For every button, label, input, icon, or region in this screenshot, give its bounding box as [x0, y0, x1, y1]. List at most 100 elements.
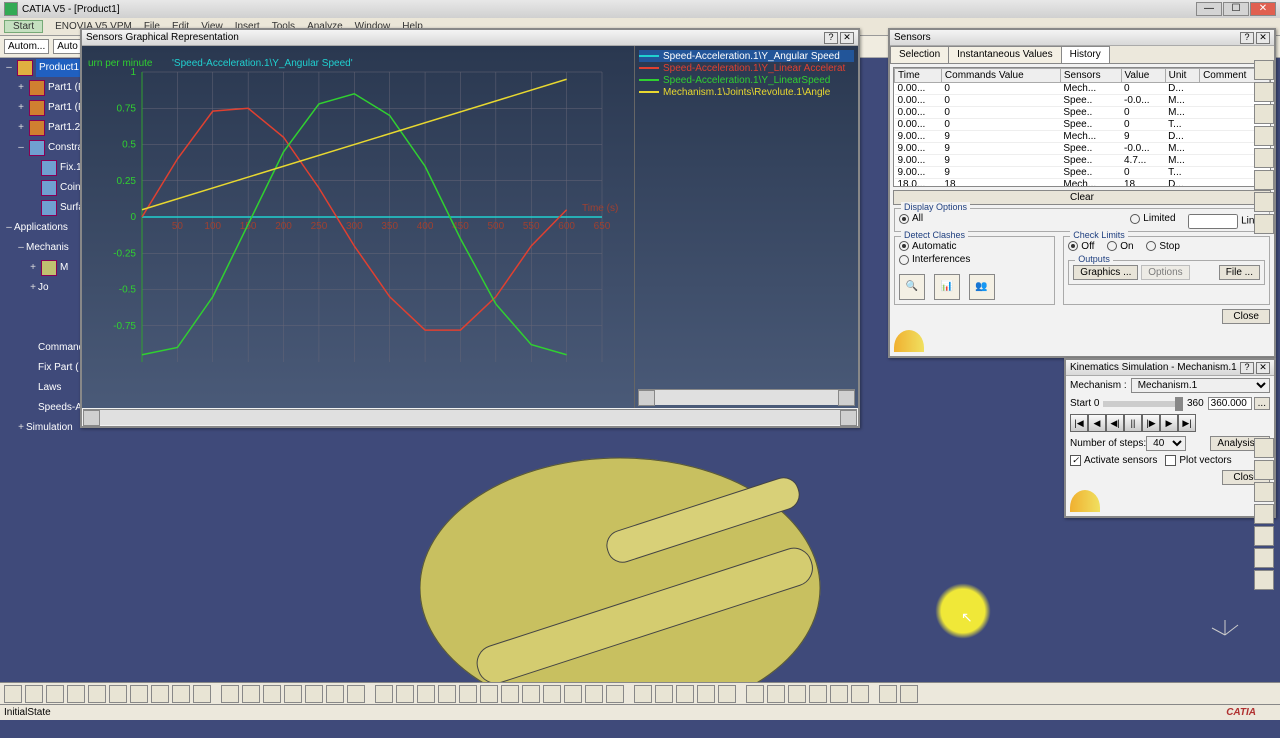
tool-button[interactable]: [851, 685, 869, 703]
combo-auto1[interactable]: Autom...: [4, 39, 49, 54]
limited-input[interactable]: [1188, 214, 1238, 229]
activate-sensors-checkbox[interactable]: ✓Activate sensors: [1070, 455, 1157, 466]
tool-button[interactable]: [1254, 104, 1274, 124]
plot-vectors-checkbox[interactable]: Plot vectors: [1165, 455, 1231, 466]
step-fwd-button[interactable]: |▶: [1142, 414, 1160, 432]
tool-button[interactable]: [459, 685, 477, 703]
tool-button[interactable]: [1254, 438, 1274, 458]
tool-button[interactable]: [263, 685, 281, 703]
plot-area[interactable]: -0.75-0.5-0.2500.250.50.7515010015020025…: [82, 46, 634, 408]
clash-icon-button[interactable]: 📊: [934, 274, 960, 300]
tree-applications[interactable]: Applications: [14, 219, 68, 237]
tool-button[interactable]: [151, 685, 169, 703]
tool-button[interactable]: [305, 685, 323, 703]
tool-button[interactable]: [221, 685, 239, 703]
combo-auto2[interactable]: Auto: [53, 39, 82, 54]
tool-button[interactable]: [879, 685, 897, 703]
tool-button[interactable]: [347, 685, 365, 703]
steps-select[interactable]: 40: [1146, 436, 1186, 451]
legend-item[interactable]: Mechanism.1\Joints\Revolute.1\Angle: [639, 86, 854, 98]
time-slider[interactable]: [1103, 401, 1183, 407]
tool-button[interactable]: [1254, 82, 1274, 102]
graphics-button[interactable]: Graphics ...: [1073, 265, 1138, 280]
legend-item[interactable]: Speed-Acceleration.1\Y_LinearSpeed: [639, 74, 854, 86]
tool-button[interactable]: [1254, 548, 1274, 568]
history-table[interactable]: TimeCommands ValueSensorsValueUnitCommen…: [893, 67, 1271, 187]
tree-item[interactable]: Jo: [38, 279, 49, 297]
win-close-button[interactable]: ✕: [1256, 32, 1270, 44]
tool-button[interactable]: [109, 685, 127, 703]
tool-button[interactable]: [46, 685, 64, 703]
radio-off[interactable]: Off: [1068, 241, 1094, 252]
minimize-button[interactable]: —: [1196, 2, 1222, 16]
options-button[interactable]: Options: [1141, 265, 1189, 280]
tree-simulation[interactable]: Simulation: [26, 419, 73, 437]
end-input[interactable]: [1208, 397, 1252, 410]
tool-button[interactable]: [809, 685, 827, 703]
tab-instantaneous[interactable]: Instantaneous Values: [948, 46, 1061, 63]
tool-button[interactable]: [1254, 170, 1274, 190]
tool-button[interactable]: [396, 685, 414, 703]
radio-on[interactable]: On: [1107, 241, 1133, 252]
tool-button[interactable]: [1254, 482, 1274, 502]
tool-button[interactable]: [585, 685, 603, 703]
clash-icon-button[interactable]: 👥: [969, 274, 995, 300]
win-help-button[interactable]: ?: [1240, 362, 1254, 374]
tab-history[interactable]: History: [1061, 46, 1110, 63]
tool-button[interactable]: [4, 685, 22, 703]
radio-stop[interactable]: Stop: [1146, 241, 1180, 252]
tool-button[interactable]: [375, 685, 393, 703]
step-back-button[interactable]: ◀|: [1106, 414, 1124, 432]
tree-item[interactable]: Fix.1: [60, 159, 82, 177]
tab-selection[interactable]: Selection: [890, 46, 949, 63]
tool-button[interactable]: [767, 685, 785, 703]
tool-button[interactable]: [718, 685, 736, 703]
mechanism-select[interactable]: Mechanism.1: [1131, 378, 1270, 393]
tool-button[interactable]: [1254, 214, 1274, 234]
tree-item[interactable]: M: [60, 259, 68, 277]
tool-button[interactable]: [172, 685, 190, 703]
tool-button[interactable]: [655, 685, 673, 703]
legend-item[interactable]: Speed-Acceleration.1\Y_Linear Accelerat: [639, 62, 854, 74]
win-help-button[interactable]: ?: [1240, 32, 1254, 44]
tool-button[interactable]: [501, 685, 519, 703]
tool-button[interactable]: [1254, 60, 1274, 80]
legend-item[interactable]: Speed-Acceleration.1\Y_Angular Speed: [639, 50, 854, 62]
tool-button[interactable]: [1254, 570, 1274, 590]
compass-icon[interactable]: [1210, 620, 1240, 650]
prev-button[interactable]: ◀: [1088, 414, 1106, 432]
tool-button[interactable]: [326, 685, 344, 703]
tool-button[interactable]: [242, 685, 260, 703]
legend-scrollbar[interactable]: [638, 389, 855, 405]
first-button[interactable]: |◀: [1070, 414, 1088, 432]
tool-button[interactable]: [634, 685, 652, 703]
tool-button[interactable]: [543, 685, 561, 703]
pause-button[interactable]: ||: [1124, 414, 1142, 432]
tool-button[interactable]: [522, 685, 540, 703]
tool-button[interactable]: [284, 685, 302, 703]
tool-button[interactable]: [67, 685, 85, 703]
tool-button[interactable]: [417, 685, 435, 703]
play-button[interactable]: ▶: [1160, 414, 1178, 432]
tool-button[interactable]: [830, 685, 848, 703]
tool-button[interactable]: [480, 685, 498, 703]
tool-button[interactable]: [25, 685, 43, 703]
radio-limited[interactable]: Limited: [1130, 213, 1175, 224]
radio-all[interactable]: All: [899, 213, 923, 224]
menu-start[interactable]: Start: [4, 20, 43, 33]
maximize-button[interactable]: ☐: [1223, 2, 1249, 16]
tool-button[interactable]: [1254, 526, 1274, 546]
tool-button[interactable]: [564, 685, 582, 703]
tool-button[interactable]: [1254, 460, 1274, 480]
tree-part[interactable]: Part1.2: [48, 119, 80, 137]
tool-button[interactable]: [1254, 504, 1274, 524]
tree-item[interactable]: Coin: [60, 179, 81, 197]
tool-button[interactable]: [606, 685, 624, 703]
tool-button[interactable]: [88, 685, 106, 703]
tool-button[interactable]: [193, 685, 211, 703]
tool-button[interactable]: [746, 685, 764, 703]
last-button[interactable]: ▶|: [1178, 414, 1196, 432]
tree-root[interactable]: Product1: [36, 59, 82, 77]
tree-constraints[interactable]: Constra: [48, 139, 83, 157]
tree-mechanism[interactable]: Mechanis: [26, 239, 69, 257]
